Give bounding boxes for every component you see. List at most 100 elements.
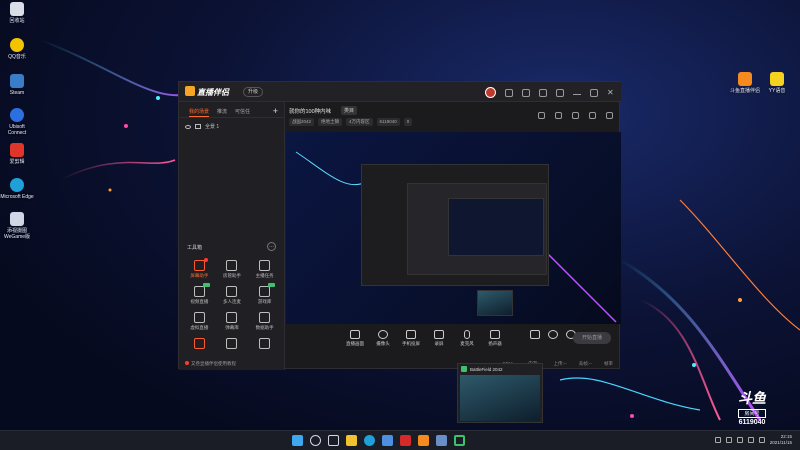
- steam-icon: [10, 74, 24, 88]
- zone-tag[interactable]: 绝地土镇: [318, 118, 343, 126]
- douyu-icon[interactable]: [418, 435, 429, 446]
- scene-item[interactable]: 全景 1: [179, 118, 284, 135]
- task-view-icon[interactable]: [328, 435, 339, 446]
- tool-danmaku[interactable]: 弹幕库: [216, 312, 249, 331]
- tool-room-manager[interactable]: 房管助手: [216, 260, 249, 279]
- tool-car[interactable]: [248, 338, 281, 351]
- tool-video-live[interactable]: 视频直播: [183, 283, 216, 305]
- volume-icon[interactable]: [747, 437, 754, 443]
- data-assistant-icon: [259, 312, 271, 323]
- tutorial-link[interactable]: 又叁显播伴侣使用教程: [185, 361, 236, 367]
- nested-app-window: [361, 164, 549, 286]
- bell-icon[interactable]: [589, 112, 596, 119]
- toolbox-grid: 屏幕助手 房管助手 主播任务 视频直播 多人连麦 游戏库 虚拟直播 弹幕库 数据…: [183, 258, 281, 351]
- chevron-up-icon[interactable]: [714, 437, 721, 443]
- tool-streamer-task[interactable]: 主播任务: [248, 260, 281, 279]
- tool-screen-assistant[interactable]: 屏幕助手: [183, 258, 216, 279]
- watermark-logo: 斗鱼: [738, 390, 766, 406]
- download-icon: [226, 338, 238, 349]
- desktop-icon-edge[interactable]: Microsoft Edge: [0, 178, 34, 200]
- camera-button[interactable]: 摄像头: [369, 330, 397, 347]
- file-explorer-icon[interactable]: [346, 435, 357, 446]
- companion-icon[interactable]: [454, 435, 465, 446]
- live-screen-icon: [350, 330, 360, 339]
- tool-data-assistant[interactable]: 数据助手: [248, 312, 281, 331]
- watermark-room-id: 6119040: [738, 419, 766, 426]
- menu-icon[interactable]: [556, 88, 564, 97]
- skin-icon[interactable]: [539, 88, 547, 97]
- desktop-icon-douyu-companion[interactable]: 斗鱼直播伴侣: [728, 72, 762, 94]
- desktop-icon-ubisoft[interactable]: Ubisoft Connect: [0, 108, 34, 136]
- network-icon[interactable]: [725, 437, 732, 443]
- netease-icon[interactable]: [400, 435, 411, 446]
- category-tag[interactable]: 类目: [341, 106, 358, 115]
- message-icon[interactable]: [505, 88, 513, 97]
- speaker-button[interactable]: 扬声器: [481, 330, 509, 347]
- title-bar: 直播伴侣 升级 ✕: [179, 82, 621, 102]
- edge-icon[interactable]: [364, 435, 375, 446]
- clock[interactable]: 22:15 2021/11/15: [770, 434, 792, 446]
- close-icon[interactable]: ✕: [607, 88, 615, 97]
- live-screen-button[interactable]: 直播画面: [341, 330, 369, 347]
- live-preview[interactable]: [286, 132, 621, 324]
- share-icon[interactable]: [606, 112, 613, 119]
- gift-icon[interactable]: [538, 112, 545, 119]
- record-icon: [434, 330, 444, 339]
- qq-music-icon: [10, 38, 24, 52]
- desktop-icon-steam[interactable]: Steam: [0, 74, 34, 96]
- mini-window-title: BattleField 2042: [470, 366, 503, 372]
- microphone-button[interactable]: 麦克风: [453, 330, 481, 347]
- tool-cinema[interactable]: [183, 338, 216, 351]
- yy-voice-icon: [770, 72, 784, 86]
- tab-stream[interactable]: 推流: [217, 108, 227, 117]
- upgrade-button[interactable]: 升级: [243, 87, 264, 97]
- maximize-icon[interactable]: [590, 88, 598, 97]
- taskbar: 22:15 2021/11/15: [0, 430, 800, 450]
- mini-preview-window[interactable]: BattleField 2042: [457, 363, 543, 423]
- windows-start-icon[interactable]: [292, 435, 303, 446]
- store-icon[interactable]: [382, 435, 393, 446]
- add-scene-button[interactable]: +: [273, 106, 278, 116]
- wifi-icon[interactable]: [736, 437, 743, 443]
- tab-trusted[interactable]: 可信任: [235, 108, 250, 117]
- screen-assistant-icon: [193, 258, 208, 271]
- editor-icon: [10, 143, 24, 157]
- tab-my-scenes[interactable]: 我的场景: [189, 108, 210, 117]
- eye-icon[interactable]: [185, 124, 191, 129]
- minimize-icon[interactable]: [573, 90, 581, 95]
- clock-date: 2021/11/15: [769, 440, 792, 445]
- tool-multi-mic[interactable]: 多人连麦: [216, 286, 249, 305]
- phone-cast-button[interactable]: 手机投屏: [397, 330, 425, 347]
- desktop-icon-qq-music[interactable]: QQ音乐: [0, 38, 34, 60]
- new-badge: [268, 283, 276, 287]
- room-title[interactable]: 就你的100种内味: [289, 107, 331, 115]
- user-avatar[interactable]: [485, 87, 496, 98]
- preview-icon[interactable]: [572, 112, 579, 119]
- start-live-button[interactable]: 开始直播: [573, 332, 611, 344]
- desktop-icon-recycle-bin[interactable]: 回收站: [0, 2, 34, 24]
- scene-tabs: 我的场景 推流 可信任: [179, 102, 284, 118]
- microphone-icon: [464, 330, 470, 339]
- chat-icon[interactable]: [555, 112, 562, 119]
- search-icon[interactable]: [310, 435, 321, 446]
- record-button[interactable]: 录屏: [425, 330, 453, 347]
- scene-panel: 我的场景 推流 可信任 + 全景 1 工具箱 … 屏幕助手 房管助手 主播任务 …: [179, 102, 285, 370]
- game-tag[interactable]: 战国2042: [289, 118, 315, 126]
- tool-game-library[interactable]: 游戏库: [248, 283, 281, 305]
- desktop-icon-wegame[interactable]: 添视摄图 WeGame版: [0, 212, 34, 240]
- desktop-icon-editor[interactable]: 爱剪辑: [0, 143, 34, 165]
- tool-virtual-live[interactable]: 虚拟直播: [183, 312, 216, 331]
- mini-window-header: BattleField 2042: [458, 364, 542, 374]
- input-method-icon[interactable]: [758, 437, 765, 443]
- tool-download[interactable]: [216, 338, 249, 351]
- douyu-watermark: 斗鱼 房间号 6119040: [738, 388, 766, 426]
- danmaku-icon: [226, 312, 238, 323]
- settings-icon[interactable]: [522, 88, 530, 97]
- steam-icon[interactable]: [436, 435, 447, 446]
- desktop-icon-yy[interactable]: YY语音: [760, 72, 794, 94]
- car-icon: [259, 338, 271, 349]
- toolbox-more-button[interactable]: …: [267, 242, 276, 251]
- room-number: 6119040: [376, 118, 400, 126]
- recycle-bin-icon: [10, 2, 24, 16]
- ubisoft-icon: [10, 108, 24, 122]
